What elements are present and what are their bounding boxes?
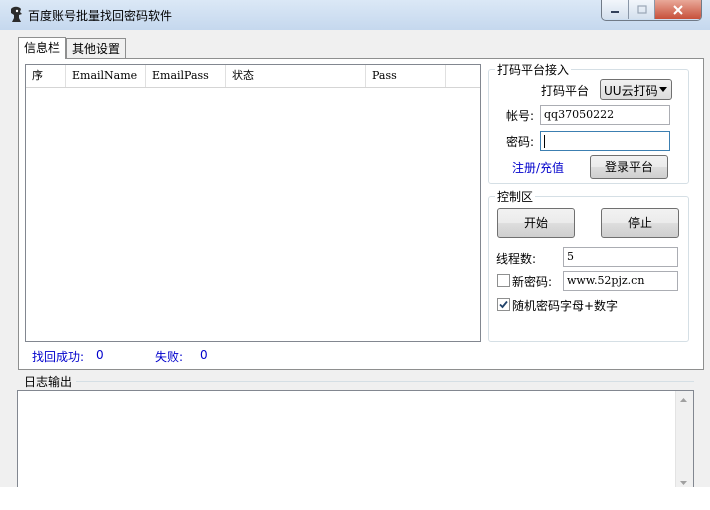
maximize-icon <box>636 5 647 14</box>
account-label: 帐号: <box>506 109 535 123</box>
chevron-down-icon <box>659 87 667 92</box>
close-icon <box>673 4 683 15</box>
platform-label: 打码平台 <box>541 84 590 98</box>
scroll-down-icon[interactable] <box>680 481 687 485</box>
minimize-button[interactable] <box>602 0 629 19</box>
success-count: 0 <box>96 348 104 362</box>
password-label: 密码: <box>506 135 535 149</box>
platform-select[interactable]: UU云打码 <box>600 79 672 100</box>
list-header: 序 EmailName EmailPass 状态 Pass <box>26 65 480 88</box>
stop-button[interactable]: 停止 <box>601 208 679 238</box>
login-platform-button[interactable]: 登录平台 <box>590 155 668 179</box>
account-list[interactable]: 序 EmailName EmailPass 状态 Pass <box>25 64 481 342</box>
tab-panel: 序 EmailName EmailPass 状态 Pass 找回成功: 0 失败… <box>18 58 704 370</box>
new-password-label: 新密码: <box>512 275 553 289</box>
title-bar[interactable]: 百度账号批量找回密码软件 <box>0 0 710 30</box>
column-header-pass[interactable]: Pass <box>366 65 446 87</box>
log-output-label: 日志输出 <box>24 375 73 389</box>
captcha-platform-group: 打码平台接入 打码平台 UU云打码 帐号: qq37050222 密码: 注册/… <box>488 61 689 184</box>
password-field[interactable] <box>540 131 670 151</box>
log-output-box[interactable] <box>17 390 694 487</box>
minimize-icon <box>611 10 619 13</box>
column-header-filler <box>446 65 480 87</box>
log-divider <box>76 381 694 382</box>
app-icon <box>11 6 22 22</box>
account-field[interactable]: qq37050222 <box>540 105 670 125</box>
control-group: 控制区 开始 停止 线程数: 5 新密码: www.52pjz.cn 随机密码字… <box>488 188 689 342</box>
column-header-status[interactable]: 状态 <box>226 65 366 87</box>
column-header-email-pass[interactable]: EmailPass <box>146 65 226 87</box>
start-button[interactable]: 开始 <box>497 208 575 238</box>
log-scrollbar[interactable] <box>675 391 693 487</box>
maximize-button[interactable] <box>629 0 655 19</box>
window-controls <box>601 0 702 21</box>
text-cursor <box>544 134 545 148</box>
control-group-title: 控制区 <box>495 188 536 205</box>
success-label: 找回成功: <box>32 350 85 364</box>
fail-label: 失败: <box>155 350 184 364</box>
window-title: 百度账号批量找回密码软件 <box>28 9 173 23</box>
captcha-group-title: 打码平台接入 <box>495 61 572 78</box>
random-password-checkbox[interactable] <box>497 298 510 311</box>
new-password-field[interactable]: www.52pjz.cn <box>563 271 678 291</box>
register-recharge-link[interactable]: 注册/充值 <box>512 159 564 176</box>
fail-count: 0 <box>200 348 208 362</box>
tab-info[interactable]: 信息栏 <box>18 37 66 59</box>
column-header-email-name[interactable]: EmailName <box>66 65 146 87</box>
threads-label: 线程数: <box>496 252 537 266</box>
new-password-checkbox[interactable] <box>497 274 510 287</box>
threads-field[interactable]: 5 <box>563 247 678 267</box>
close-button[interactable] <box>655 0 701 19</box>
checkmark-icon <box>499 300 508 309</box>
column-header-index[interactable]: 序 <box>26 65 66 87</box>
app-window: 百度账号批量找回密码软件 信息栏 其他设置 序 EmailName EmailP… <box>0 0 710 487</box>
tab-other-settings[interactable]: 其他设置 <box>66 38 126 59</box>
platform-select-value: UU云打码 <box>604 84 658 98</box>
random-password-label: 随机密码字母+数字 <box>512 299 619 313</box>
scroll-up-icon[interactable] <box>680 398 687 402</box>
